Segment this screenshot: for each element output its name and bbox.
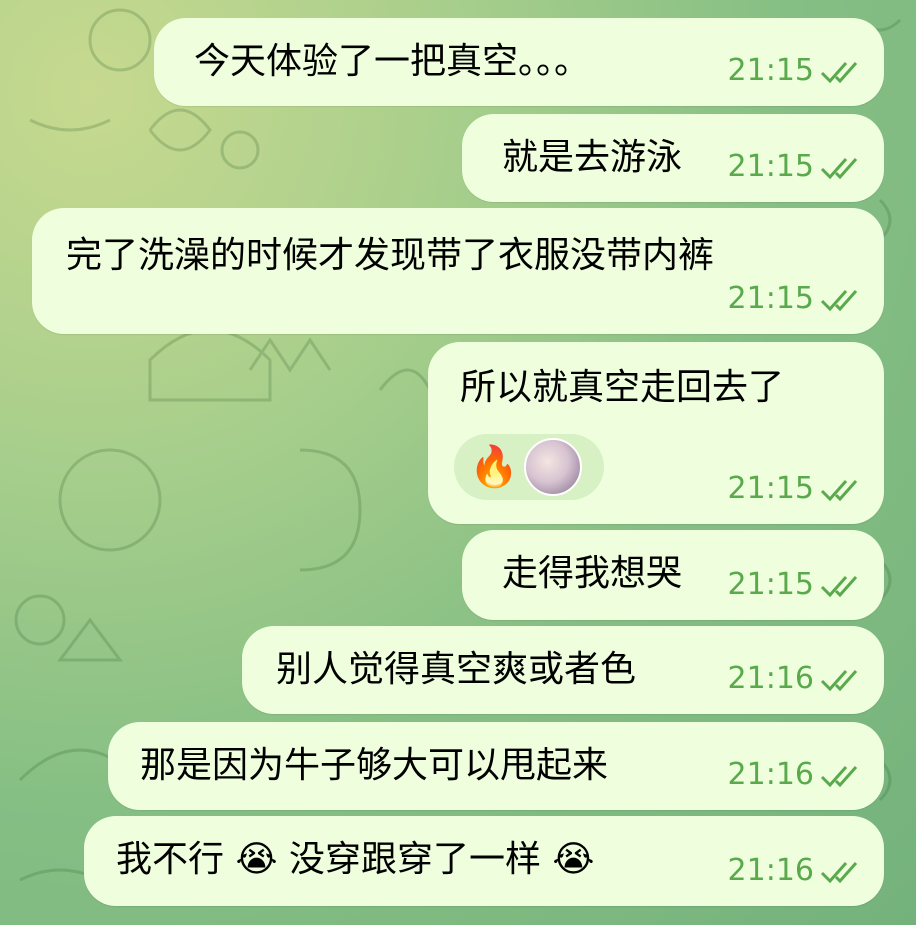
message-meta: 21:16	[728, 854, 864, 888]
message-time: 21:16	[727, 661, 814, 696]
message-meta: 21:16	[728, 758, 864, 792]
avatar	[524, 438, 582, 496]
double-check-icon	[820, 59, 864, 83]
double-check-icon	[820, 287, 864, 311]
message-meta: 21:16	[728, 662, 864, 696]
message-bubble[interactable]: 今天体验了一把真空。。。 21:15	[154, 18, 884, 106]
message-time: 21:15	[727, 567, 814, 602]
message-meta: 21:15	[728, 150, 864, 184]
double-check-icon	[820, 155, 864, 179]
message-time: 21:16	[727, 853, 814, 888]
message-text: 就是去游泳	[502, 137, 683, 178]
message-time: 21:15	[727, 149, 814, 184]
message-bubble[interactable]: 那是因为牛子够大可以甩起来 21:16	[108, 722, 884, 810]
double-check-icon	[820, 477, 864, 501]
message-bubble[interactable]: 完了洗澡的时候才发现带了衣服没带内裤 21:15	[32, 208, 884, 334]
message-bubble[interactable]: 走得我想哭 21:15	[462, 530, 884, 620]
message-meta: 21:15	[728, 568, 864, 602]
message-text: 走得我想哭	[502, 553, 683, 594]
message-meta: 21:15	[728, 472, 864, 506]
double-check-icon	[820, 859, 864, 883]
message-text: 别人觉得真空爽或者色	[276, 649, 637, 690]
message-bubble[interactable]: 就是去游泳 21:15	[462, 114, 884, 202]
message-meta: 21:15	[728, 54, 864, 88]
message-text: 今天体验了一把真空。。。	[194, 41, 591, 82]
message-text: 我不行 😭 没穿跟穿了一样 😭	[116, 839, 595, 880]
message-bubble[interactable]: 所以就真空走回去了 🔥 21:15	[428, 342, 884, 524]
message-bubble[interactable]: 我不行 😭 没穿跟穿了一样 😭 21:16	[84, 816, 884, 906]
message-text: 完了洗澡的时候才发现带了衣服没带内裤	[66, 235, 715, 276]
double-check-icon	[820, 573, 864, 597]
message-time: 21:15	[727, 53, 814, 88]
reaction-chip[interactable]: 🔥	[454, 434, 604, 500]
message-bubble[interactable]: 别人觉得真空爽或者色 21:16	[242, 626, 884, 714]
message-time: 21:15	[727, 471, 814, 506]
message-text: 所以就真空走回去了	[460, 367, 785, 408]
double-check-icon	[820, 763, 864, 787]
double-check-icon	[820, 667, 864, 691]
fire-reaction-icon: 🔥	[469, 444, 519, 490]
message-meta: 21:15	[728, 282, 864, 316]
message-time: 21:15	[727, 281, 814, 316]
message-text: 那是因为牛子够大可以甩起来	[140, 745, 609, 786]
message-time: 21:16	[727, 757, 814, 792]
